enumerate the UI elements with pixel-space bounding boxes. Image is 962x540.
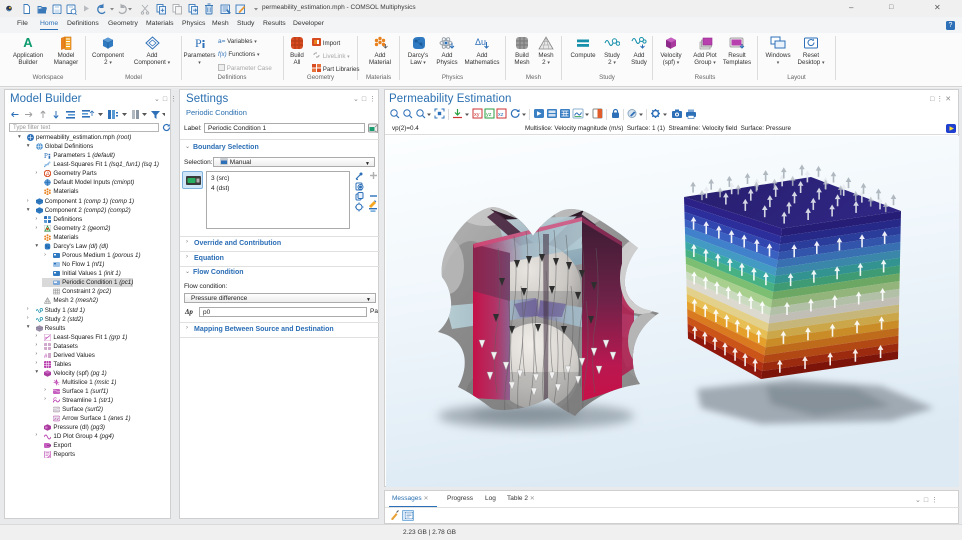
svg-text:#: # xyxy=(44,354,48,359)
svg-text:P: P xyxy=(44,152,48,159)
svg-text:Δu: Δu xyxy=(475,37,486,47)
svg-text:P: P xyxy=(195,36,202,50)
svg-text:yz: yz xyxy=(486,112,492,118)
svg-text:xz: xz xyxy=(498,112,504,118)
svg-text:A: A xyxy=(46,172,50,177)
svg-text:xy: xy xyxy=(474,112,480,118)
